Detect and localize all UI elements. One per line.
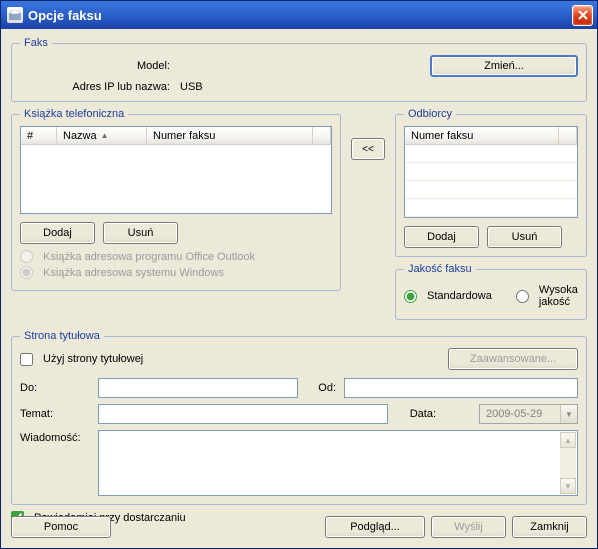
use-coverpage-option[interactable]: Użyj strony tytułowej [20, 353, 143, 366]
recipients-delete-button[interactable]: Usuń [487, 226, 562, 248]
coverpage-group: Strona tytułowa Użyj strony tytułowej Za… [11, 330, 587, 505]
move-left-button[interactable]: << [351, 138, 385, 160]
phonebook-col-num[interactable]: # [21, 127, 57, 144]
from-input[interactable] [344, 378, 578, 398]
close-button[interactable]: Zamknij [512, 516, 587, 538]
address-value: USB [180, 81, 203, 93]
recipients-add-button[interactable]: Dodaj [404, 226, 479, 248]
phonebook-add-button[interactable]: Dodaj [20, 222, 95, 244]
fax-group: Faks Model: Zmień... Adres IP lub nazwa:… [11, 37, 587, 102]
preview-button[interactable]: Podgląd... [325, 516, 425, 538]
quality-legend: Jakość faksu [404, 263, 476, 275]
recipients-legend: Odbiorcy [404, 108, 456, 120]
sort-asc-icon: ▲ [101, 131, 109, 140]
quality-standard-option[interactable]: Standardowa [404, 290, 492, 303]
to-label: Do: [20, 382, 90, 394]
date-label: Data: [396, 408, 436, 420]
fax-options-window: Opcje faksu Faks Model: Zmień... Adres I… [0, 0, 598, 549]
fax-legend: Faks [20, 37, 52, 49]
window-title: Opcje faksu [28, 8, 102, 23]
scroll-down-icon[interactable]: ▼ [560, 478, 576, 494]
quality-group: Jakość faksu Standardowa Wysoka jakość [395, 263, 587, 320]
table-row [405, 145, 577, 163]
message-input[interactable]: ▲ ▼ [98, 430, 578, 496]
phonebook-col-name[interactable]: Nazwa▲ [57, 127, 147, 144]
subject-label: Temat: [20, 408, 90, 420]
from-label: Od: [306, 382, 336, 394]
change-button[interactable]: Zmień... [430, 55, 578, 77]
send-button[interactable]: Wyślij [431, 516, 506, 538]
table-row [405, 181, 577, 199]
date-value: 2009-05-29 [480, 408, 560, 420]
close-icon[interactable] [572, 5, 593, 26]
message-label: Wiadomość: [20, 430, 90, 444]
phonebook-list[interactable]: # Nazwa▲ Numer faksu [20, 126, 332, 214]
quality-high-option[interactable]: Wysoka jakość [516, 284, 578, 308]
radio-windows [20, 266, 33, 279]
to-input[interactable] [98, 378, 298, 398]
chevron-down-icon[interactable]: ▼ [560, 405, 577, 423]
date-picker[interactable]: 2009-05-29 ▼ [479, 404, 578, 424]
phonebook-legend: Książka telefoniczna [20, 108, 128, 120]
radio-outlook [20, 250, 33, 263]
radio-windows-label: Książka adresowa systemu Windows [43, 267, 224, 279]
help-button[interactable]: Pomoc [11, 516, 111, 538]
recipients-list[interactable]: Numer faksu [404, 126, 578, 218]
quality-high-radio[interactable] [516, 290, 529, 303]
advanced-button[interactable]: Zaawansowane... [448, 348, 578, 370]
table-row [405, 163, 577, 181]
quality-standard-radio[interactable] [404, 290, 417, 303]
phonebook-delete-button[interactable]: Usuń [103, 222, 178, 244]
app-icon [7, 7, 23, 23]
recipients-group: Odbiorcy Numer faksu [395, 108, 587, 257]
phonebook-col-fax[interactable]: Numer faksu [147, 127, 313, 144]
address-label: Adres IP lub nazwa: [20, 81, 170, 93]
radio-outlook-label: Książka adresowa programu Office Outlook [43, 251, 255, 263]
phonebook-group: Książka telefoniczna # Nazwa▲ Numer faks… [11, 108, 341, 291]
recipients-col-fax[interactable]: Numer faksu [405, 127, 559, 144]
titlebar: Opcje faksu [1, 1, 597, 29]
model-label: Model: [20, 60, 170, 72]
scroll-up-icon[interactable]: ▲ [560, 432, 576, 448]
use-coverpage-checkbox[interactable] [20, 353, 33, 366]
table-row [405, 199, 577, 217]
coverpage-legend: Strona tytułowa [20, 330, 104, 342]
scrollbar[interactable]: ▲ ▼ [560, 432, 576, 494]
subject-input[interactable] [98, 404, 388, 424]
